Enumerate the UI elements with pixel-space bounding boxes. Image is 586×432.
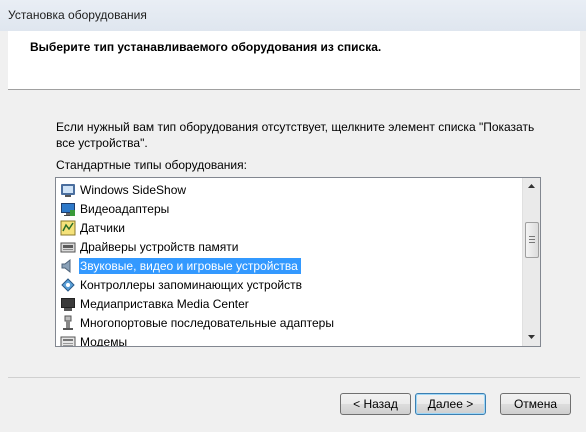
memory-device-icon (60, 239, 76, 255)
sideshow-icon (60, 182, 76, 198)
media-center-icon (60, 296, 76, 312)
list-item[interactable]: Медиаприставка Media Center (60, 294, 522, 313)
footer-divider (8, 377, 580, 378)
chevron-down-icon (528, 335, 535, 339)
list-item[interactable]: Windows SideShow (60, 180, 522, 199)
list-item[interactable]: Драйверы устройств памяти (60, 237, 522, 256)
chevron-up-icon (528, 184, 535, 188)
wizard-header: Выберите тип устанавливаемого оборудован… (8, 31, 580, 90)
list-item-label: Модемы (80, 334, 128, 347)
speaker-icon (60, 258, 76, 274)
hardware-type-list[interactable]: Windows SideShow Видеоадаптеры Датчики Д… (55, 177, 541, 347)
list-item[interactable]: Видеоадаптеры (60, 199, 522, 218)
list-item-label: Контроллеры запоминающих устройств (80, 277, 302, 292)
list-item[interactable]: Звуковые, видео и игровые устройства (60, 256, 522, 275)
sensor-icon (60, 220, 76, 236)
list-item[interactable]: Контроллеры запоминающих устройств (60, 275, 522, 294)
cancel-button[interactable]: Отмена (500, 393, 571, 415)
title-bar: Установка оборудования (0, 0, 586, 31)
back-button[interactable]: < Назад (340, 393, 411, 415)
scroll-up-button[interactable] (523, 178, 540, 195)
description-text: Если нужный вам тип оборудования отсутст… (56, 120, 535, 150)
window-title: Установка оборудования (8, 8, 147, 22)
list-item-label: Медиаприставка Media Center (80, 296, 249, 311)
list-item-label: Датчики (80, 220, 125, 235)
list-item[interactable]: Модемы (60, 332, 522, 347)
scroll-down-button[interactable] (523, 329, 540, 346)
serial-adapter-icon (60, 315, 76, 331)
next-button[interactable]: Далее > (415, 393, 486, 415)
display-adapter-icon (60, 201, 76, 217)
list-item-label: Windows SideShow (80, 182, 187, 197)
list-item[interactable]: Датчики (60, 218, 522, 237)
list-item-label: Драйверы устройств памяти (80, 239, 239, 254)
list-item-label: Видеоадаптеры (80, 201, 170, 216)
page-heading: Выберите тип устанавливаемого оборудован… (30, 40, 382, 54)
list-item[interactable]: Многопортовые последовательные адаптеры (60, 313, 522, 332)
list-label: Стандартные типы оборудования: (56, 158, 247, 172)
modem-icon (60, 334, 76, 346)
list-item-label: Многопортовые последовательные адаптеры (80, 315, 334, 330)
list-scrollbar[interactable] (522, 178, 540, 346)
scrollbar-thumb[interactable] (525, 222, 539, 258)
wizard-body: Если нужный вам тип оборудования отсутст… (8, 90, 580, 377)
storage-controller-icon (60, 277, 76, 293)
list-item-label: Звуковые, видео и игровые устройства (79, 257, 301, 274)
